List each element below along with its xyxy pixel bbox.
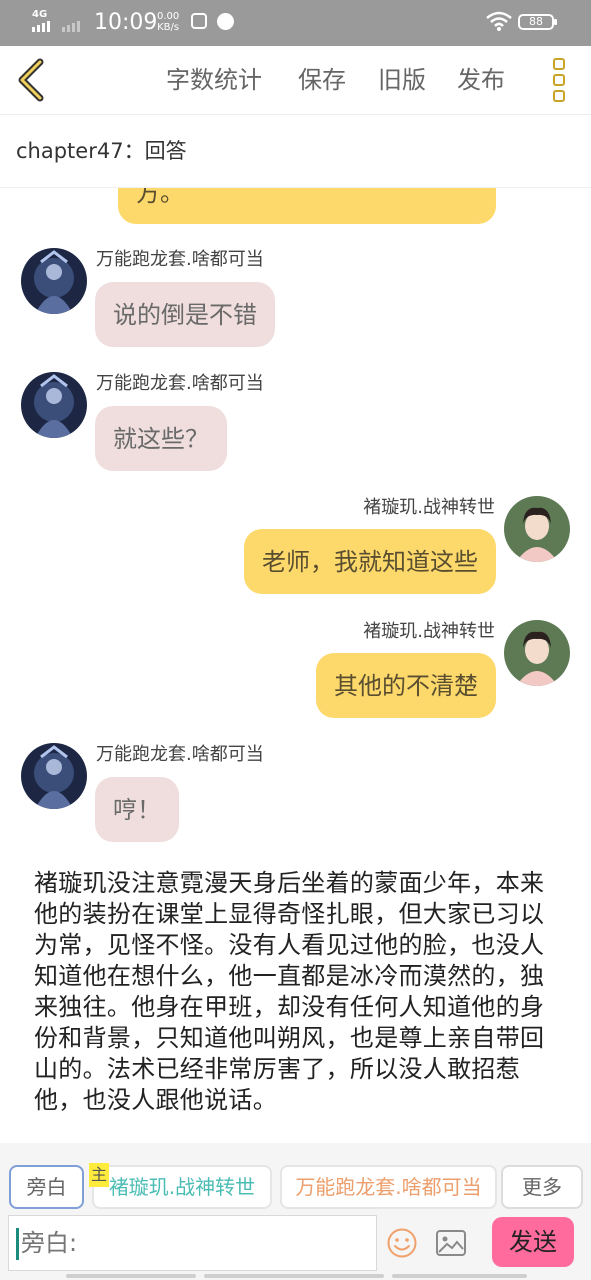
heroine-avatar[interactable] (504, 620, 570, 686)
more-roles-button[interactable]: 更多 (501, 1165, 583, 1209)
location-notification-icon (217, 13, 234, 30)
nav-handle-center (204, 1274, 384, 1278)
message-bubble[interactable]: 老师，我就知道这些 (244, 529, 496, 594)
status-bar: 4G 10:09 0.00 KB/s 88 (0, 0, 591, 46)
armored-character-avatar[interactable] (21, 743, 87, 809)
message-bubble[interactable]: 就这些？ (95, 406, 227, 471)
role-chip-protagonist[interactable]: 褚璇玑.战神转世 (92, 1165, 272, 1209)
app-notification-icon (191, 13, 207, 29)
message-bubble[interactable]: 其他的不清楚 (316, 653, 496, 718)
editor-toolbar: 字数统计 保存 旧版 发布 (0, 46, 591, 115)
status-time: 10:09 (94, 10, 158, 35)
composer-panel: 旁白 褚璇玑.战神转世 主 万能跑龙套.啥都可当 更多 发送 (0, 1143, 591, 1280)
send-button[interactable]: 发送 (492, 1217, 574, 1267)
battery-icon: 88 (518, 14, 557, 30)
network-speed-value: 0.00 (157, 11, 180, 22)
nav-handle-left (66, 1274, 196, 1278)
network-type: 4G (32, 9, 48, 20)
nav-handle-right (392, 1274, 527, 1278)
message-text: 其他的不清楚 (334, 671, 478, 700)
sender-name: 万能跑龙套.啥都可当 (96, 249, 264, 270)
network-speed: 0.00 KB/s (157, 11, 179, 33)
text-cursor (16, 1228, 19, 1260)
editor-screen: 4G 10:09 0.00 KB/s 88 字数统计 保存 旧版 发布 chap… (0, 0, 591, 1280)
message-text: 说的倒是不错 (113, 300, 257, 329)
message-bubble[interactable]: 哼！ (95, 777, 179, 842)
save-button[interactable]: 保存 (298, 63, 346, 97)
sender-name: 褚璇玑.战神转世 (363, 497, 495, 518)
heroine-avatar[interactable] (504, 496, 570, 562)
wifi-icon (486, 11, 512, 31)
armored-character-avatar[interactable] (21, 372, 87, 438)
protagonist-badge: 主 (89, 1163, 109, 1187)
message-input[interactable] (8, 1215, 377, 1271)
sender-name: 万能跑龙套.啥都可当 (96, 373, 264, 394)
signal-secondary-icon (62, 21, 80, 32)
chapter-header: chapter47：回答 (0, 115, 591, 188)
network-speed-unit: KB/s (157, 22, 180, 33)
vertical-dots-icon[interactable] (548, 56, 570, 104)
publish-button[interactable]: 发布 (457, 63, 505, 97)
message-bubble[interactable]: 说的倒是不错 (95, 282, 275, 347)
message-text: 就这些？ (113, 424, 209, 453)
role-chip-extra[interactable]: 万能跑龙套.啥都可当 (280, 1165, 497, 1209)
narration-paragraph[interactable]: 褚璇玑没注意霓漫天身后坐着的蒙面少年，本来他的装扮在课堂上显得奇怪扎眼，但大家已… (34, 868, 564, 1116)
message-text: 老师，我就知道这些 (262, 547, 478, 576)
signal-icon (32, 21, 50, 32)
chevron-left-icon[interactable] (12, 56, 54, 104)
armored-character-avatar[interactable] (21, 248, 87, 314)
sender-name: 褚璇玑.战神转世 (363, 621, 495, 642)
chapter-title[interactable]: chapter47：回答 (16, 137, 187, 165)
smiley-icon[interactable] (386, 1227, 418, 1259)
role-chip-narration[interactable]: 旁白 (9, 1165, 84, 1209)
old-version-button[interactable]: 旧版 (378, 63, 426, 97)
image-icon[interactable] (435, 1229, 467, 1257)
word-count-button[interactable]: 字数统计 (166, 63, 262, 97)
message-text: 哼！ (113, 795, 161, 824)
sender-name: 万能跑龙套.啥都可当 (96, 744, 264, 765)
